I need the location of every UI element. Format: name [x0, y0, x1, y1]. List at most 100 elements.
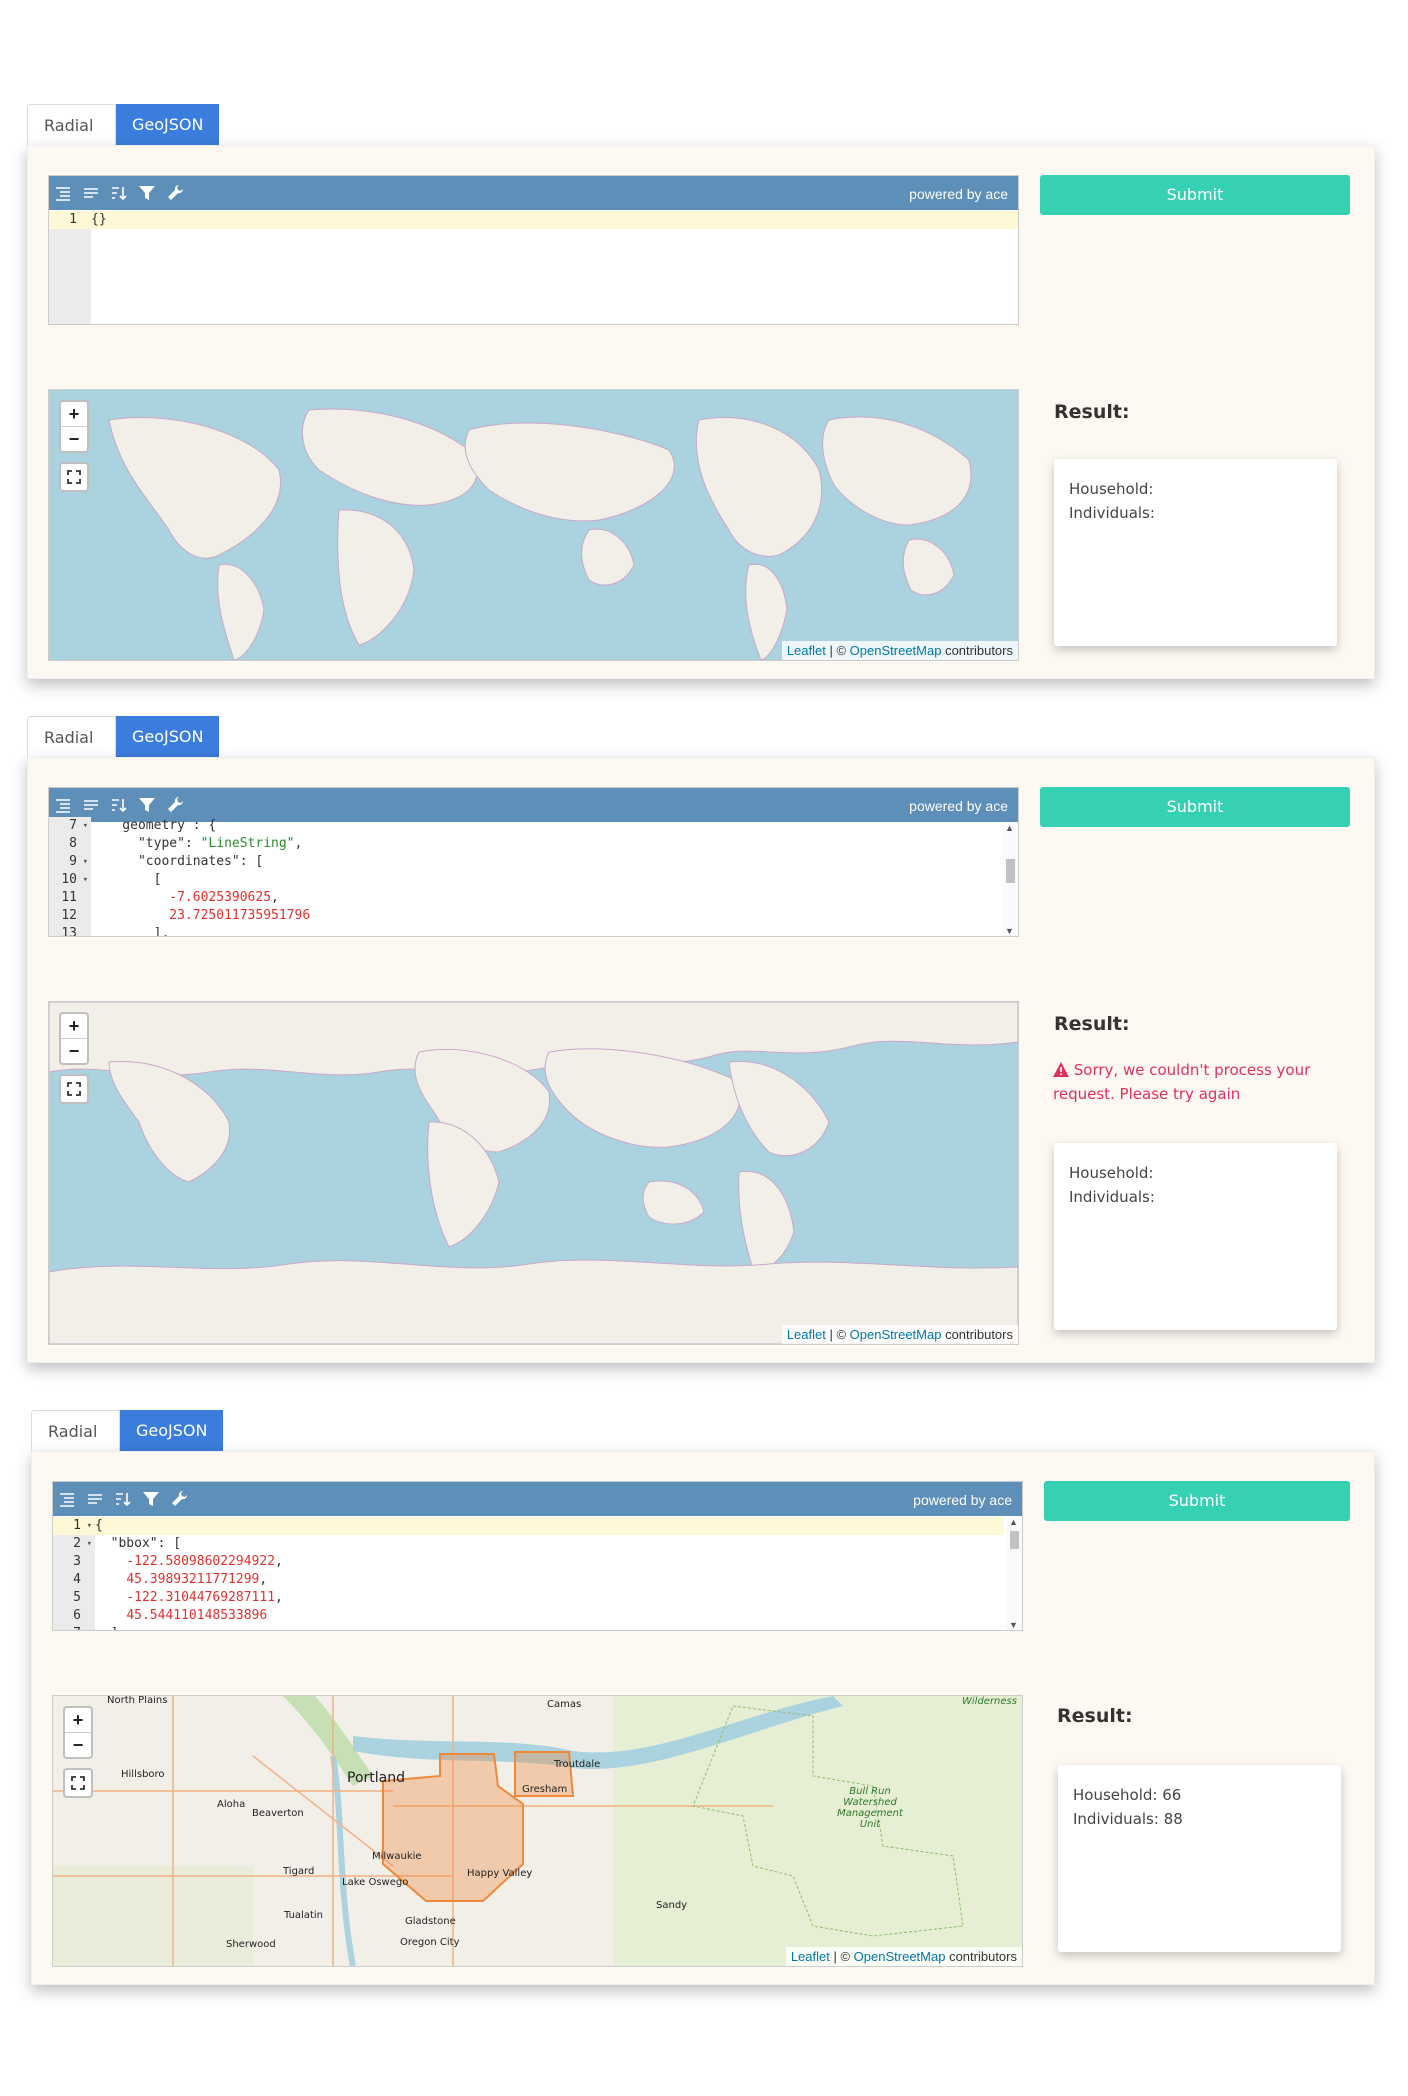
editor-scrollbar[interactable]: ▲ ▼	[1006, 1517, 1022, 1630]
city-map-tiles	[53, 1696, 1022, 1966]
fullscreen-button[interactable]	[59, 1074, 89, 1104]
scroll-up-arrow-icon[interactable]: ▲	[1009, 1517, 1018, 1527]
submit-button[interactable]: Submit	[1040, 787, 1350, 827]
geojson-editor[interactable]: powered by ace 1▾2▾345678▾ { "bbox": [ -…	[52, 1481, 1023, 1631]
fullscreen-button[interactable]	[59, 462, 89, 492]
osm-link[interactable]: OpenStreetMap	[850, 1327, 942, 1342]
line-number: 7 ▾	[69, 817, 88, 835]
scroll-up-arrow-icon[interactable]: ▲	[1005, 823, 1014, 833]
map-label-camas: Camas	[547, 1699, 582, 1710]
compact-icon[interactable]	[77, 176, 105, 210]
attribution-separator: | ©	[829, 1949, 854, 1964]
filter-icon[interactable]	[133, 176, 161, 210]
individuals-row: Individuals:	[1054, 501, 1337, 525]
code-line[interactable]: ],	[91, 925, 1000, 936]
code-line[interactable]: [	[91, 871, 1000, 889]
submit-button[interactable]: Submit	[1040, 175, 1350, 215]
fold-arrow-icon[interactable]: ▾	[83, 817, 88, 835]
map-view[interactable]: North Plains Camas Wilderness Hillsboro …	[52, 1695, 1023, 1967]
code-line[interactable]: 45.39893211771299,	[95, 1571, 1004, 1589]
zoom-out-button[interactable]: −	[65, 1733, 91, 1757]
fullscreen-icon	[67, 470, 81, 484]
geojson-editor[interactable]: powered by ace 7▾89▾10▾11121314▾15 geome…	[48, 787, 1019, 937]
leaflet-link[interactable]: Leaflet	[791, 1949, 830, 1964]
map-label-troutdale: Troutdale	[554, 1759, 601, 1770]
code-line[interactable]: -122.31044769287111,	[95, 1589, 1004, 1607]
code-line[interactable]: 45.544110148533896	[95, 1607, 1004, 1625]
code-line[interactable]: "coordinates": [	[91, 853, 1000, 871]
map-label-milwaukie: Milwaukie	[372, 1851, 422, 1862]
fold-arrow-icon[interactable]: ▾	[87, 1517, 92, 1535]
code-line[interactable]: {}	[91, 211, 1018, 229]
editor-scrollbar[interactable]: ▲ ▼	[1002, 823, 1018, 936]
zoom-in-button[interactable]: +	[65, 1708, 91, 1733]
code-line[interactable]: "bbox": [	[95, 1535, 1004, 1553]
fold-arrow-icon[interactable]: ▾	[83, 853, 88, 871]
editor-body[interactable]: 1 {}	[49, 211, 1018, 324]
editor-gutter: 7▾89▾10▾11121314▾15	[49, 817, 91, 936]
search-tabs: Radial Search GeoJSON Search	[31, 1410, 224, 1482]
tab-radial-search[interactable]: Radial Search	[27, 716, 116, 788]
leaflet-link[interactable]: Leaflet	[787, 643, 826, 658]
line-number: 13	[61, 926, 77, 937]
editor-gutter: 1	[49, 211, 91, 324]
zoom-in-button[interactable]: +	[61, 1014, 87, 1039]
tab-geojson-search[interactable]: GeoJSON Search	[119, 1410, 224, 1481]
editor-code[interactable]: {}	[91, 211, 1018, 324]
sort-icon[interactable]	[105, 176, 133, 210]
scroll-down-arrow-icon[interactable]: ▼	[1005, 926, 1014, 936]
code-line[interactable]: -122.58098602294922,	[95, 1553, 1004, 1571]
tab-geojson-search[interactable]: GeoJSON Search	[115, 716, 220, 787]
world-map-tiles	[49, 1002, 1018, 1344]
filter-icon[interactable]	[137, 1482, 165, 1516]
leaflet-link[interactable]: Leaflet	[787, 1327, 826, 1342]
search-card: powered by ace 7▾89▾10▾11121314▾15 geome…	[27, 757, 1375, 1363]
code-line[interactable]: 23.725011735951796	[91, 907, 1000, 925]
search-tabs: Radial Search GeoJSON Search	[27, 716, 220, 788]
zoom-control: + −	[59, 1012, 89, 1065]
tab-geojson-search[interactable]: GeoJSON Search	[115, 104, 220, 175]
map-label-aloha: Aloha	[217, 1799, 246, 1810]
submit-button[interactable]: Submit	[1044, 1481, 1350, 1521]
attribution-separator: | ©	[825, 643, 850, 658]
osm-link[interactable]: OpenStreetMap	[854, 1949, 946, 1964]
map-attribution: Leaflet | © OpenStreetMap contributors	[781, 641, 1018, 660]
wrench-icon[interactable]	[161, 176, 189, 210]
osm-link[interactable]: OpenStreetMap	[850, 643, 942, 658]
zoom-in-button[interactable]: +	[61, 402, 87, 427]
map-view[interactable]: + − Leaflet | © OpenStreetMap contributo…	[48, 1001, 1019, 1345]
editor-code[interactable]: geometry : { "type": "LineString", "coor…	[91, 817, 1000, 936]
format-icon[interactable]	[53, 1482, 81, 1516]
sort-icon[interactable]	[109, 1482, 137, 1516]
fullscreen-button[interactable]	[63, 1768, 93, 1798]
map-view[interactable]: + − Leaflet | © OpenStreetMap contributo…	[48, 389, 1019, 661]
map-label-happy-valley: Happy Valley	[467, 1868, 533, 1879]
powered-by-ace[interactable]: powered by ace	[909, 186, 1008, 202]
editor-code[interactable]: { "bbox": [ -122.58098602294922, 45.3989…	[95, 1517, 1004, 1630]
editor-body[interactable]: 7▾89▾10▾11121314▾15 geometry : { "type":…	[49, 817, 1018, 936]
code-line[interactable]: "type": "LineString",	[91, 835, 1000, 853]
editor-toolbar: powered by ace	[49, 176, 1018, 210]
scroll-thumb[interactable]	[1006, 859, 1015, 883]
map-label-beaverton: Beaverton	[252, 1808, 304, 1819]
scroll-thumb[interactable]	[1010, 1531, 1019, 1549]
geojson-editor[interactable]: powered by ace 1 {}	[48, 175, 1019, 325]
tab-radial-search[interactable]: Radial Search	[27, 104, 116, 176]
scroll-down-arrow-icon[interactable]: ▼	[1009, 1620, 1018, 1630]
format-icon[interactable]	[49, 176, 77, 210]
zoom-out-button[interactable]: −	[61, 427, 87, 451]
code-line[interactable]: geometry : {	[91, 817, 1000, 835]
zoom-control: + −	[59, 400, 89, 453]
code-line[interactable]: -7.6025390625,	[91, 889, 1000, 907]
compact-icon[interactable]	[81, 1482, 109, 1516]
tab-radial-search[interactable]: Radial Search	[31, 1410, 120, 1482]
code-line[interactable]: ],	[95, 1625, 1004, 1630]
fold-arrow-icon[interactable]: ▾	[83, 871, 88, 889]
powered-by-ace[interactable]: powered by ace	[909, 798, 1008, 814]
powered-by-ace[interactable]: powered by ace	[913, 1492, 1012, 1508]
fold-arrow-icon[interactable]: ▾	[87, 1535, 92, 1553]
wrench-icon[interactable]	[165, 1482, 193, 1516]
code-line[interactable]: {	[95, 1517, 1004, 1535]
editor-body[interactable]: 1▾2▾345678▾ { "bbox": [ -122.58098602294…	[53, 1517, 1022, 1630]
zoom-out-button[interactable]: −	[61, 1039, 87, 1063]
